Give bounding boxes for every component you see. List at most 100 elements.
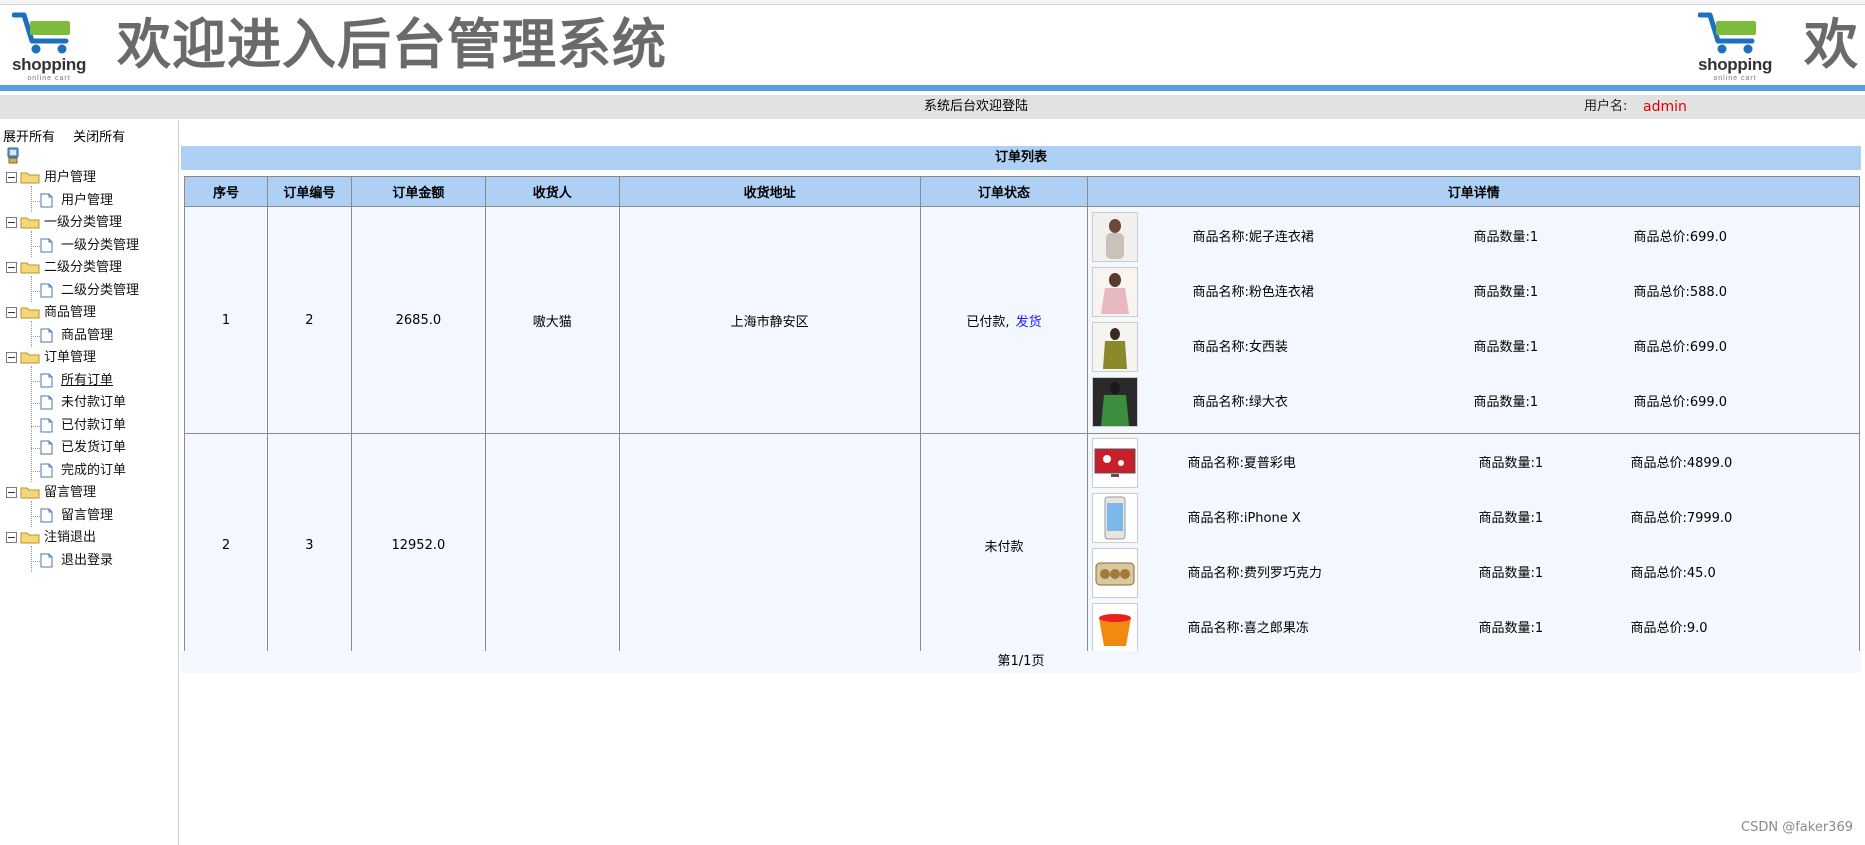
item-quantity: 商品数量:1 — [1478, 456, 1544, 471]
cell-amount: 12952.0 — [350, 433, 486, 658]
username-label: 用户名: — [1584, 99, 1628, 114]
tree-connector — [31, 336, 40, 337]
order-item: 商品名称:喜之郎果冻 商品数量:1 商品总价:9.0 — [1088, 599, 1859, 654]
cell-order-no: 3 — [266, 433, 352, 658]
banner: shopping online cart 欢迎进入后台管理系统 shopping… — [0, 5, 1865, 85]
sidebar: 展开所有 关闭所有 用户管理 用户管理 一级分类管理 一级分类管理 二级分类管理 二级分类… — [0, 121, 179, 845]
collapse-icon[interactable] — [6, 172, 17, 183]
cell-amount: 2685.0 — [350, 206, 486, 434]
watermark: CSDN @faker369 — [1741, 820, 1853, 835]
ship-link[interactable]: 发货 — [1016, 315, 1042, 330]
collapse-icon[interactable] — [6, 487, 17, 498]
order-item: 商品名称:妮子连衣裙 商品数量:1 商品总价:699.0 — [1088, 208, 1859, 263]
tree-item-label: 用户管理 — [61, 193, 114, 208]
tree-item-label: 二级分类管理 — [61, 283, 140, 298]
tree-item-label: 一级分类管理 — [61, 238, 140, 253]
item-name: 商品名称:妮子连衣裙 — [1192, 230, 1314, 245]
table-row: 1 2 2685.0 嗷大猫 上海市静安区 已付款, 发货 商品名称:妮子连衣裙 … — [184, 206, 1860, 434]
product-thumbnail — [1092, 493, 1139, 543]
main-content: 订单列表 序号 订单编号 订单金额 收货人 收货地址 订单状态 订单详情 1 2… — [181, 121, 1865, 845]
cell-detail: 商品名称:夏普彩电 商品数量:1 商品总价:4899.0 商品名称:iPhone… — [1087, 433, 1860, 658]
tree-connector — [31, 516, 40, 517]
folder-icon — [20, 170, 44, 185]
col-header-status: 订单状态 — [919, 176, 1089, 207]
cell-status: 未付款 — [919, 433, 1089, 658]
tree-connector — [31, 276, 32, 302]
item-total: 商品总价:699.0 — [1633, 230, 1728, 245]
order-item: 商品名称:绿大衣 商品数量:1 商品总价:699.0 — [1088, 373, 1859, 428]
order-item: 商品名称:女西装 商品数量:1 商品总价:699.0 — [1088, 318, 1859, 373]
collapse-icon[interactable] — [6, 532, 17, 543]
cell-receiver: 嗷大猫 — [484, 206, 620, 434]
item-total: 商品总价:7999.0 — [1630, 511, 1733, 526]
page-icon — [40, 418, 61, 433]
tree-item-4-0[interactable]: 所有订单 — [40, 371, 113, 391]
collapse-all-link[interactable]: 关闭所有 — [73, 130, 125, 145]
status-text: 已付款, — [966, 314, 1010, 330]
item-quantity: 商品数量:1 — [1473, 285, 1539, 300]
tree-item-1-0[interactable]: 一级分类管理 — [40, 236, 139, 256]
item-total: 商品总价:9.0 — [1630, 621, 1708, 636]
collapse-icon[interactable] — [6, 307, 17, 318]
tree-item-0-0[interactable]: 用户管理 — [40, 191, 113, 211]
page-icon — [40, 553, 61, 568]
collapse-icon[interactable] — [6, 352, 17, 363]
tree-item-4-2[interactable]: 已付款订单 — [40, 416, 126, 436]
order-item: 商品名称:夏普彩电 商品数量:1 商品总价:4899.0 — [1088, 434, 1859, 489]
tree-group-2[interactable]: 二级分类管理 — [6, 258, 122, 278]
tree-group-label: 商品管理 — [44, 305, 97, 320]
tree-group-6[interactable]: 注销退出 — [6, 528, 96, 548]
tree-item-2-0[interactable]: 二级分类管理 — [40, 281, 139, 301]
tree-group-0[interactable]: 用户管理 — [6, 168, 96, 188]
tree-item-label: 商品管理 — [61, 328, 114, 343]
item-total: 商品总价:45.0 — [1630, 566, 1716, 581]
folder-icon — [20, 530, 44, 545]
folder-icon — [20, 350, 44, 365]
tree-connector — [31, 448, 40, 449]
tree-connector — [31, 321, 32, 347]
tree-item-label: 所有订单 — [61, 373, 114, 388]
item-name: 商品名称:费列罗巧克力 — [1187, 566, 1322, 581]
collapse-icon[interactable] — [6, 217, 17, 228]
item-quantity: 商品数量:1 — [1473, 340, 1539, 355]
item-total: 商品总价:4899.0 — [1630, 456, 1733, 471]
product-thumbnail — [1092, 322, 1139, 372]
page-icon — [40, 440, 61, 455]
tree-item-label: 已发货订单 — [61, 440, 127, 455]
product-thumbnail — [1092, 267, 1139, 317]
tree-item-6-0[interactable]: 退出登录 — [40, 551, 113, 571]
cell-seq: 1 — [184, 206, 268, 434]
product-thumbnail — [1092, 377, 1139, 427]
col-header-address: 收货地址 — [618, 176, 921, 207]
folder-icon — [20, 215, 44, 230]
table-row: 2 3 12952.0 未付款 商品名称:夏普彩电 商品数量:1 商品总价:48… — [184, 433, 1860, 658]
page-icon — [40, 463, 61, 478]
tree-item-4-1[interactable]: 未付款订单 — [40, 393, 126, 413]
cell-seq: 2 — [184, 433, 268, 658]
product-thumbnail — [1092, 212, 1139, 262]
tree-group-label: 用户管理 — [44, 170, 97, 185]
tree-group-4[interactable]: 订单管理 — [6, 348, 96, 368]
collapse-icon[interactable] — [6, 262, 17, 273]
orders-table: 序号 订单编号 订单金额 收货人 收货地址 订单状态 订单详情 1 2 2685… — [184, 176, 1860, 658]
order-item: 商品名称:粉色连衣裙 商品数量:1 商品总价:588.0 — [1088, 263, 1859, 318]
tree-item-5-0[interactable]: 留言管理 — [40, 506, 113, 526]
logo-word: shopping — [11, 55, 87, 74]
expand-all-link[interactable]: 展开所有 — [3, 130, 55, 145]
tree-controls: 展开所有 关闭所有 — [3, 126, 139, 145]
banner-title: 欢迎进入后台管理系统 — [117, 13, 667, 76]
banner-title-repeat: 欢 — [1804, 13, 1859, 76]
page-icon — [40, 238, 61, 253]
tree-item-3-0[interactable]: 商品管理 — [40, 326, 113, 346]
tree-item-4-4[interactable]: 完成的订单 — [40, 461, 126, 481]
col-header-amount: 订单金额 — [350, 176, 486, 207]
computer-icon — [7, 147, 19, 164]
welcome-text: 系统后台欢迎登陆 — [924, 99, 1029, 114]
tree-connector — [31, 471, 40, 472]
tree-item-4-3[interactable]: 已发货订单 — [40, 438, 126, 458]
item-name: 商品名称:iPhone X — [1187, 511, 1301, 526]
tree-group-3[interactable]: 商品管理 — [6, 303, 96, 323]
tree-group-label: 二级分类管理 — [44, 260, 123, 275]
tree-group-5[interactable]: 留言管理 — [6, 483, 96, 503]
tree-group-1[interactable]: 一级分类管理 — [6, 213, 122, 233]
